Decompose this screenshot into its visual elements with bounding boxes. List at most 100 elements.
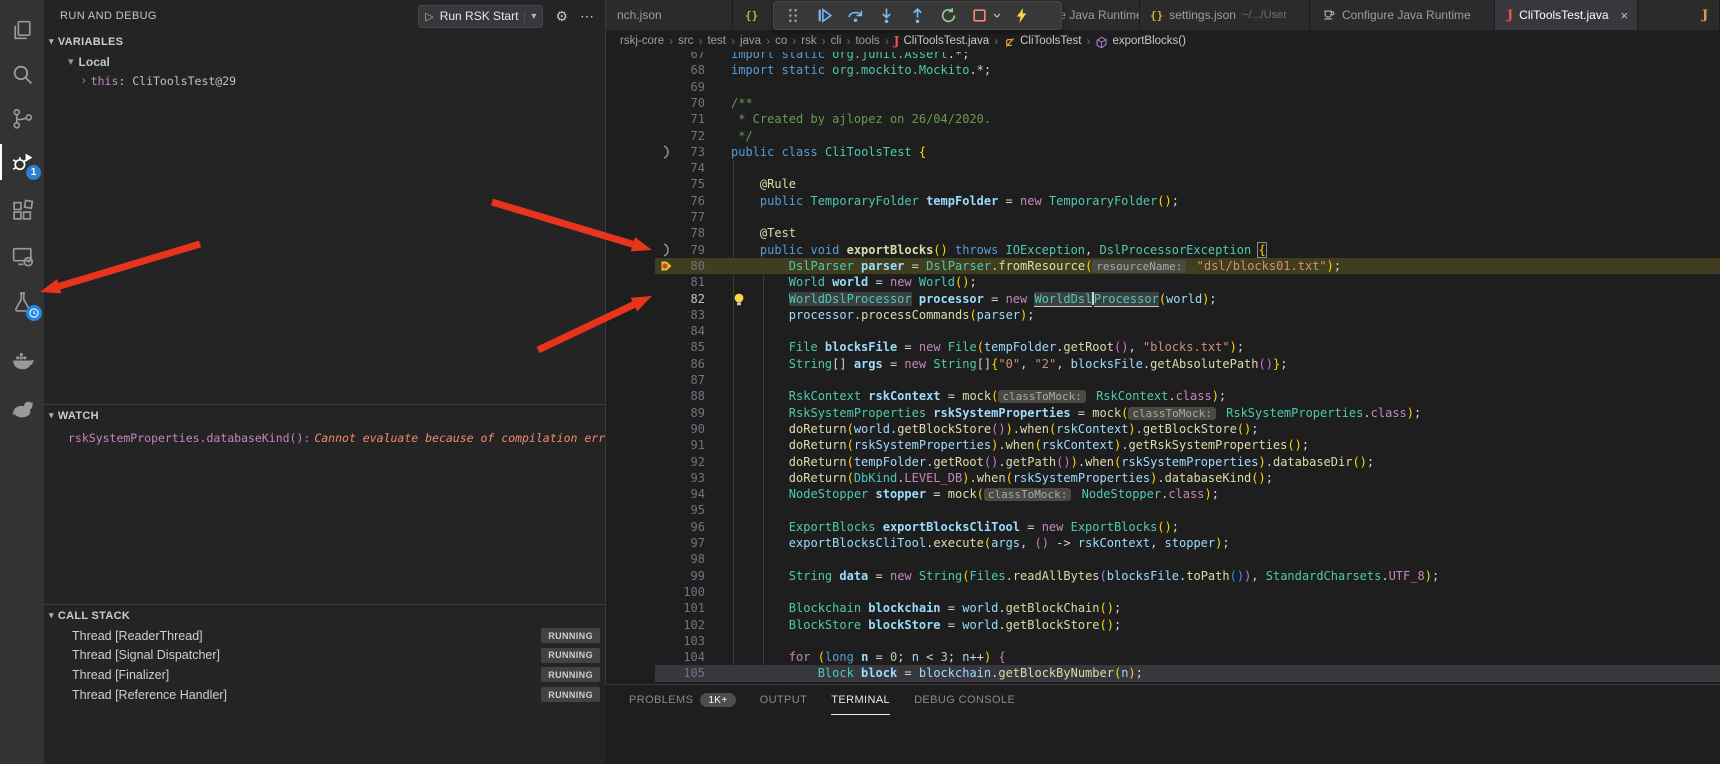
breadcrumb-item-java[interactable]: java [740, 35, 761, 47]
breadcrumb-item-rsk[interactable]: rsk [801, 35, 816, 47]
editor-tab-Configure Java Runtime[interactable]: Configure Java Runtime [1310, 0, 1495, 30]
breadcrumb-label: java [740, 35, 761, 47]
code-line-81[interactable]: 81 World world = new World(); [605, 274, 1720, 290]
breadcrumb-separator: › [885, 34, 889, 48]
code-editor[interactable]: 67import static org.junit.Assert.*;68imp… [605, 0, 1720, 684]
activity-item-remote-explorer[interactable] [0, 236, 44, 276]
run-config-dropdown[interactable]: ▷ Run RSK Start ▾ [418, 5, 543, 28]
code-line-72[interactable]: 72 */ [605, 128, 1720, 144]
call-stack-thread-row[interactable]: Thread [Signal Dispatcher]RUNNING [44, 646, 605, 665]
code-line-76[interactable]: 76 public TemporaryFolder tempFolder = n… [605, 193, 1720, 209]
breadcrumb-item-test[interactable]: test [707, 35, 726, 47]
code-line-91[interactable]: 91 doReturn(rskSystemProperties).when(rs… [605, 437, 1720, 453]
code-text: String data = new String(Files.readAllBy… [731, 568, 1439, 584]
activity-item-docker[interactable] [0, 340, 44, 380]
code-line-102[interactable]: 102 BlockStore blockStore = world.getBlo… [605, 617, 1720, 633]
watch-expression-row[interactable]: rskSystemProperties.databaseKind(): Cann… [44, 428, 605, 447]
activity-item-testing[interactable] [0, 282, 44, 322]
breadcrumb-item-CliToolsTest[interactable]: CliToolsTest [1003, 35, 1081, 48]
breadcrumb-item-src[interactable]: src [678, 35, 693, 47]
code-line-84[interactable]: 84 [605, 323, 1720, 339]
variables-section-header[interactable]: ▾ VARIABLES [44, 32, 605, 52]
breadcrumb-item-rskj-core[interactable]: rskj-core [620, 35, 664, 47]
code-line-74[interactable]: 74 [605, 160, 1720, 176]
editor-tab-settings.json[interactable]: {}settings.json~/.../User [1140, 0, 1310, 30]
hot-code-replace-button[interactable] [1008, 4, 1034, 28]
panel-tab-label: DEBUG CONSOLE [914, 694, 1015, 706]
code-line-70[interactable]: 70/** [605, 95, 1720, 111]
step-out-button[interactable] [904, 4, 930, 28]
panel-tab-terminal[interactable]: TERMINAL [831, 685, 890, 715]
drag-handle-button[interactable] [780, 4, 806, 28]
code-line-86[interactable]: 86 String[] args = new String[]{"0", "2"… [605, 356, 1720, 372]
code-line-89[interactable]: 89 RskSystemProperties rskSystemProperti… [605, 405, 1720, 421]
code-line-99[interactable]: 99 String data = new String(Files.readAl… [605, 568, 1720, 584]
code-line-97[interactable]: 97 exportBlocksCliTool.execute(args, () … [605, 535, 1720, 551]
editor-tab-nch.json[interactable]: nch.json [605, 0, 733, 30]
breadcrumb-item-co[interactable]: co [775, 35, 787, 47]
line-number: 104 [665, 649, 705, 665]
code-line-68[interactable]: 68import static org.mockito.Mockito.*; [605, 62, 1720, 78]
call-stack-thread-row[interactable]: Thread [Finalizer]RUNNING [44, 665, 605, 684]
code-line-71[interactable]: 71 * Created by ajlopez on 26/04/2020. [605, 111, 1720, 127]
activity-item-gradle[interactable] [0, 388, 44, 428]
call-stack-section-header[interactable]: ▾ CALL STACK [44, 606, 605, 626]
panel-tab-debug-console[interactable]: DEBUG CONSOLE [914, 685, 1015, 715]
code-line-75[interactable]: 75 @Rule [605, 176, 1720, 192]
code-line-85[interactable]: 85 File blocksFile = new File(tempFolder… [605, 339, 1720, 355]
code-line-104[interactable]: 104 for (long n = 0; n < 3; n++) { [605, 649, 1720, 665]
step-into-button[interactable] [873, 4, 899, 28]
activity-item-source-control[interactable] [0, 98, 44, 138]
editor-tab-clipped[interactable]: J [1638, 0, 1720, 30]
code-line-90[interactable]: 90 doReturn(world.getBlockStore()).when(… [605, 421, 1720, 437]
code-line-105[interactable]: 105 Block block = blockchain.getBlockByN… [605, 665, 1720, 681]
stop-chevron-button[interactable] [991, 4, 1003, 28]
breadcrumb-item-tools[interactable]: tools [855, 35, 879, 47]
variables-scope-local[interactable]: ▾ Local [44, 52, 605, 71]
code-line-73[interactable]: 73public class CliToolsTest { [605, 144, 1720, 160]
code-line-88[interactable]: 88 RskContext rskContext = mock(classToM… [605, 388, 1720, 404]
restart-button[interactable] [935, 4, 961, 28]
activity-item-extensions[interactable] [0, 190, 44, 230]
line-number: 78 [665, 225, 705, 241]
code-line-79[interactable]: 79 public void exportBlocks() throws IOE… [605, 242, 1720, 258]
code-line-95[interactable]: 95 [605, 502, 1720, 518]
breadcrumb-item-exportBlocks()[interactable]: exportBlocks() [1095, 35, 1186, 48]
code-line-87[interactable]: 87 [605, 372, 1720, 388]
code-line-77[interactable]: 77 [605, 209, 1720, 225]
variable-this-row[interactable]: › this: CliToolsTest@29 [44, 71, 605, 90]
step-over-icon [847, 7, 864, 24]
continue-button[interactable] [811, 4, 837, 28]
breadcrumb-item-cli[interactable]: cli [831, 35, 842, 47]
gear-icon[interactable]: ⚙ [555, 8, 568, 25]
continue-icon [816, 7, 833, 24]
call-stack-thread-row[interactable]: Thread [ReaderThread]RUNNING [44, 626, 605, 645]
code-line-96[interactable]: 96 ExportBlocks exportBlocksCliTool = ne… [605, 519, 1720, 535]
code-line-82[interactable]: 82 WorldDslProcessor processor = new Wor… [605, 291, 1720, 307]
code-line-98[interactable]: 98 [605, 551, 1720, 567]
more-actions-icon[interactable]: ⋯ [580, 8, 595, 25]
activity-item-explorer[interactable] [0, 10, 44, 50]
stop-button[interactable] [966, 4, 992, 28]
line-number: 79 [665, 242, 705, 258]
code-line-103[interactable]: 103 [605, 633, 1720, 649]
step-over-button[interactable] [842, 4, 868, 28]
code-line-94[interactable]: 94 NodeStopper stopper = mock(classToMoc… [605, 486, 1720, 502]
close-icon[interactable]: × [1621, 8, 1629, 23]
editor-tab-CliToolsTest.java[interactable]: JCliToolsTest.java× [1495, 0, 1638, 30]
code-line-69[interactable]: 69 [605, 79, 1720, 95]
panel-tab-output[interactable]: OUTPUT [760, 685, 808, 715]
panel-tab-problems[interactable]: PROBLEMS1K+ [629, 685, 736, 715]
call-stack-thread-row[interactable]: Thread [Reference Handler]RUNNING [44, 685, 605, 704]
activity-item-search[interactable] [0, 54, 44, 94]
activity-item-run-and-debug[interactable]: 1 [0, 142, 44, 182]
breadcrumb-item-CliToolsTest.java[interactable]: JCliToolsTest.java [894, 34, 989, 48]
code-line-100[interactable]: 100 [605, 584, 1720, 600]
watch-section-header[interactable]: ▾ WATCH [44, 406, 605, 426]
code-line-78[interactable]: 78 @Test [605, 225, 1720, 241]
code-line-83[interactable]: 83 processor.processCommands(parser); [605, 307, 1720, 323]
code-line-80[interactable]: 80 DslParser parser = DslParser.fromReso… [605, 258, 1720, 274]
code-line-101[interactable]: 101 Blockchain blockchain = world.getBlo… [605, 600, 1720, 616]
code-line-93[interactable]: 93 doReturn(DbKind.LEVEL_DB).when(rskSys… [605, 470, 1720, 486]
code-line-92[interactable]: 92 doReturn(tempFolder.getRoot().getPath… [605, 454, 1720, 470]
